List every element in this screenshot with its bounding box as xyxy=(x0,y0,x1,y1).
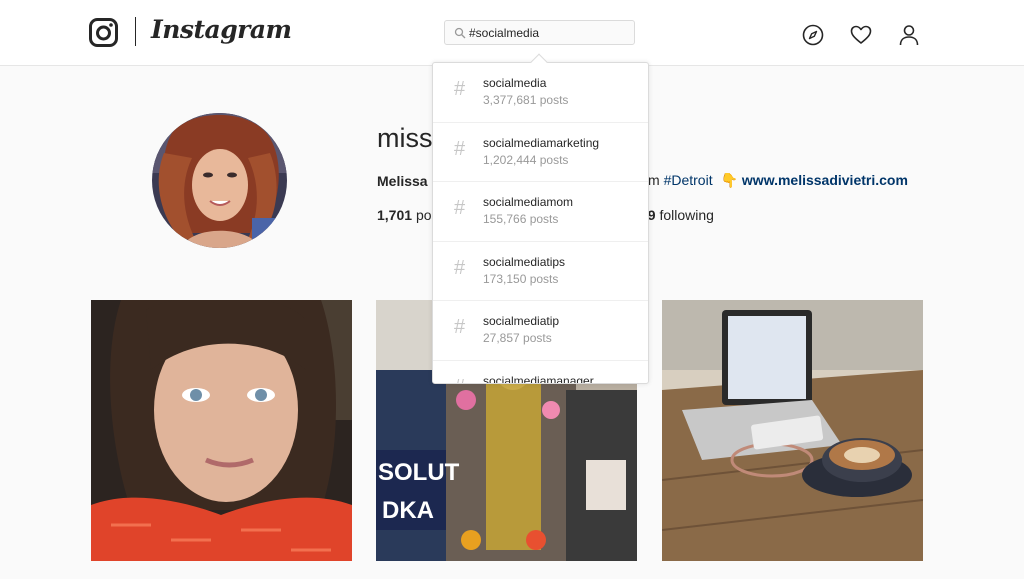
result-tag-name: socialmediamom xyxy=(483,195,574,209)
result-post-count: 3,377,681 posts xyxy=(483,93,569,107)
hashtag-icon: # xyxy=(454,376,465,384)
post-thumbnail-selfie[interactable] xyxy=(91,300,352,561)
svg-text:SOLUT: SOLUT xyxy=(378,459,460,486)
hashtag-icon: # xyxy=(454,256,466,279)
selfie-photo xyxy=(91,300,352,561)
heart-icon[interactable] xyxy=(850,24,872,46)
result-tag-name: socialmediatips xyxy=(483,254,566,269)
avatar-photo xyxy=(152,113,287,248)
result-post-count: 27,857 posts xyxy=(483,331,552,345)
bio-fragment: m xyxy=(648,172,660,188)
following-count[interactable]: 99 following xyxy=(640,207,714,223)
posts-count-number: 1,701 xyxy=(377,207,413,223)
search-results-dropdown: # socialmedia 3,377,681 posts # socialme… xyxy=(432,62,649,384)
search-value[interactable]: #socialmedia xyxy=(469,26,539,40)
result-post-count: 155,766 posts xyxy=(483,212,559,226)
logo-divider xyxy=(135,17,136,46)
search-result-item[interactable]: # socialmediamom 155,766 posts xyxy=(433,182,648,242)
hashtag-icon: # xyxy=(454,197,466,219)
search-input[interactable]: #socialmedia xyxy=(444,20,635,45)
search-icon xyxy=(454,27,466,39)
result-tag-name: socialmediamarketing xyxy=(483,135,600,150)
pointing-down-emoji: 👇 xyxy=(720,172,738,188)
instagram-logo-icon[interactable] xyxy=(89,18,118,47)
hashtag-icon: # xyxy=(454,137,466,160)
profile-username: miss xyxy=(377,123,433,153)
bio-hashtag-link[interactable]: #Detroit xyxy=(664,172,713,188)
search-result-item[interactable]: # socialmediamarketing 1,202,444 posts xyxy=(433,123,648,182)
posts-count: 1,701 pos xyxy=(377,207,439,223)
laptop-coffee-photo xyxy=(662,300,923,561)
svg-text:DKA: DKA xyxy=(382,497,434,524)
profile-avatar[interactable] xyxy=(152,113,287,248)
result-tag-name: socialmediatip xyxy=(483,314,560,328)
hashtag-icon: # xyxy=(454,316,466,338)
search-result-item[interactable]: # socialmediamanager xyxy=(433,361,648,384)
person-icon[interactable] xyxy=(898,24,920,46)
search-result-item[interactable]: # socialmedia 3,377,681 posts xyxy=(433,63,648,123)
following-count-label: following xyxy=(659,207,714,223)
search-result-item[interactable]: # socialmediatips 173,150 posts xyxy=(433,242,648,301)
instagram-wordmark[interactable]: Instagram xyxy=(151,15,292,44)
result-post-count: 1,202,444 posts xyxy=(483,152,569,167)
result-tag-name: socialmediamanager xyxy=(483,373,594,384)
result-tag-name: socialmedia xyxy=(483,76,547,90)
post-thumbnail-laptop-coffee[interactable] xyxy=(662,300,923,561)
website-link[interactable]: www.melissadivietri.com xyxy=(742,172,908,188)
profile-bio: m #Detroit 👇 www.melissadivietri.com xyxy=(648,172,908,189)
profile-full-name: Melissa xyxy=(377,173,428,189)
top-navigation-bar: Instagram #socialmedia xyxy=(0,0,1024,66)
compass-icon[interactable] xyxy=(802,24,824,46)
search-result-item[interactable]: # socialmediatip 27,857 posts xyxy=(433,301,648,361)
hashtag-icon: # xyxy=(454,78,466,100)
result-post-count: 173,150 posts xyxy=(483,271,559,286)
